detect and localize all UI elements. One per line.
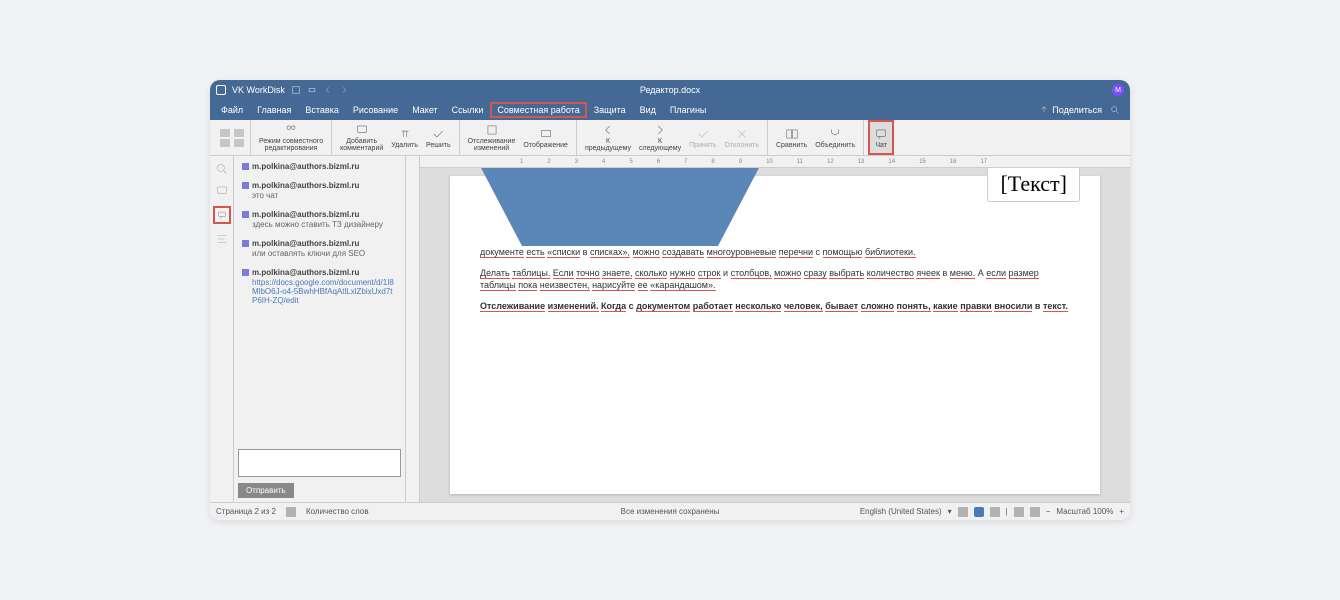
page[interactable]: [Текст] документе есть «списки в списках… xyxy=(450,176,1100,494)
chat-panel-icon[interactable] xyxy=(213,206,231,224)
menu-draw[interactable]: Рисование xyxy=(346,102,405,118)
menu-view[interactable]: Вид xyxy=(633,102,663,118)
comment-icon xyxy=(355,123,369,137)
fit-width-icon[interactable] xyxy=(1030,507,1040,517)
toolbar: Режим совместного редактирования Добавит… xyxy=(210,120,1130,156)
send-button[interactable]: Отправить xyxy=(238,483,294,498)
user-color-icon xyxy=(242,240,249,247)
user-color-icon xyxy=(242,182,249,189)
document-title: Редактор.docx xyxy=(640,85,700,95)
search-icon[interactable] xyxy=(1110,105,1120,115)
user-color-icon xyxy=(242,163,249,170)
save-icon[interactable] xyxy=(291,85,301,95)
print-icon[interactable] xyxy=(307,85,317,95)
statusbar: Страница 2 из 2 Количество слов Все изме… xyxy=(210,502,1130,520)
track-changes-button[interactable]: Отслеживание изменений xyxy=(464,120,520,155)
search-panel-icon[interactable] xyxy=(215,162,229,176)
accept-icon xyxy=(696,127,710,141)
avatar[interactable]: M xyxy=(1112,84,1124,96)
arrow-right-icon xyxy=(653,123,667,137)
undo-icon[interactable] xyxy=(323,85,333,95)
chat-message: m.polkina@authors.bizml.ru это чат xyxy=(238,179,401,202)
chat-messages: m.polkina@authors.bizml.ru m.polkina@aut… xyxy=(234,156,405,445)
add-comment-button[interactable]: Добавить комментарий xyxy=(336,120,387,155)
app-window: VK WorkDisk Редактор.docx M Файл Главная… xyxy=(210,80,1130,520)
zoom-out-button[interactable]: − xyxy=(1046,507,1051,516)
content-area: m.polkina@authors.bizml.ru m.polkina@aut… xyxy=(210,156,1130,502)
vertical-ruler[interactable] xyxy=(406,168,420,502)
chat-button[interactable]: Чат xyxy=(868,120,894,155)
wordcount-icon xyxy=(286,507,296,517)
zoom-in-button[interactable]: + xyxy=(1119,507,1124,516)
document-area: 1234567891011121314151617 [Текст] докуме… xyxy=(406,156,1130,502)
users-icon xyxy=(284,123,298,137)
text-placeholder[interactable]: [Текст] xyxy=(987,168,1080,202)
horizontal-ruler[interactable]: 1234567891011121314151617 xyxy=(420,156,1130,168)
menu-file[interactable]: Файл xyxy=(214,102,250,118)
compare-icon xyxy=(785,127,799,141)
reject-button[interactable]: Отклонить xyxy=(721,120,763,155)
trash-icon xyxy=(398,127,412,141)
app-icon xyxy=(216,85,226,95)
reject-icon xyxy=(735,127,749,141)
merge-icon xyxy=(828,127,842,141)
clipboard-icons-2[interactable] xyxy=(232,127,246,149)
share-button[interactable]: Поделиться xyxy=(1039,105,1102,115)
fit-page-icon[interactable] xyxy=(1014,507,1024,517)
separator: | xyxy=(1006,507,1008,516)
menu-collaboration[interactable]: Совместная работа xyxy=(490,102,586,118)
merge-button[interactable]: Объединить xyxy=(811,120,859,155)
menubar: Файл Главная Вставка Рисование Макет Ссы… xyxy=(210,100,1130,120)
chat-input-area: Отправить xyxy=(234,445,405,502)
menu-insert[interactable]: Вставка xyxy=(298,102,345,118)
clipboard-icons[interactable] xyxy=(218,127,232,149)
resolve-button[interactable]: Решить xyxy=(422,120,455,155)
menu-layout[interactable]: Макет xyxy=(405,102,444,118)
left-sidebar xyxy=(210,156,234,502)
chevron-down-icon[interactable]: ▾ xyxy=(948,507,952,516)
wordcount-label[interactable]: Количество слов xyxy=(306,507,369,516)
delete-comment-button[interactable]: Удалить xyxy=(387,120,422,155)
chat-panel: m.polkina@authors.bizml.ru m.polkina@aut… xyxy=(234,156,406,502)
comments-panel-icon[interactable] xyxy=(215,184,229,198)
page-scroll[interactable]: [Текст] документе есть «списки в списках… xyxy=(420,168,1130,502)
chat-input[interactable] xyxy=(238,449,401,477)
language-selector[interactable]: English (United States) xyxy=(860,507,942,516)
track-icon xyxy=(485,123,499,137)
headings-panel-icon[interactable] xyxy=(215,232,229,246)
chat-icon xyxy=(874,127,888,141)
document-body[interactable]: документе есть «списки в списках», можно… xyxy=(480,246,1070,312)
accept-button[interactable]: Принять xyxy=(685,120,720,155)
arrow-left-icon xyxy=(601,123,615,137)
user-color-icon xyxy=(242,211,249,218)
save-status: Все изменения сохранены xyxy=(621,507,720,516)
prev-change-button[interactable]: К предыдущему xyxy=(581,120,635,155)
titlebar: VK WorkDisk Редактор.docx M xyxy=(210,80,1130,100)
spellcheck-icon[interactable] xyxy=(958,507,968,517)
chat-message: m.polkina@authors.bizml.ru https://docs.… xyxy=(238,266,401,307)
compare-button[interactable]: Сравнить xyxy=(772,120,811,155)
menu-home[interactable]: Главная xyxy=(250,102,298,118)
app-name: VK WorkDisk xyxy=(232,85,285,95)
page-indicator[interactable]: Страница 2 из 2 xyxy=(216,507,276,516)
zoom-level[interactable]: Масштаб 100% xyxy=(1056,507,1113,516)
chat-message: m.polkina@authors.bizml.ru xyxy=(238,160,401,173)
next-change-button[interactable]: К следующему xyxy=(635,120,685,155)
menu-protection[interactable]: Защита xyxy=(587,102,633,118)
chat-message: m.polkina@authors.bizml.ru или оставлять… xyxy=(238,237,401,260)
display-icon xyxy=(539,127,553,141)
menu-references[interactable]: Ссылки xyxy=(445,102,491,118)
view-mode-icon[interactable] xyxy=(990,507,1000,517)
check-icon xyxy=(431,127,445,141)
coedit-mode-button[interactable]: Режим совместного редактирования xyxy=(255,120,327,155)
menu-plugins[interactable]: Плагины xyxy=(663,102,713,118)
user-color-icon xyxy=(242,269,249,276)
chat-link[interactable]: https://docs.google.com/document/d/1I8Ml… xyxy=(252,278,397,305)
share-icon xyxy=(1039,105,1049,115)
redo-icon[interactable] xyxy=(339,85,349,95)
header-shape xyxy=(480,168,760,246)
display-mode-button[interactable]: Отображение xyxy=(519,120,572,155)
chat-message: m.polkina@authors.bizml.ru здесь можно с… xyxy=(238,208,401,231)
track-indicator-icon[interactable] xyxy=(974,507,984,517)
